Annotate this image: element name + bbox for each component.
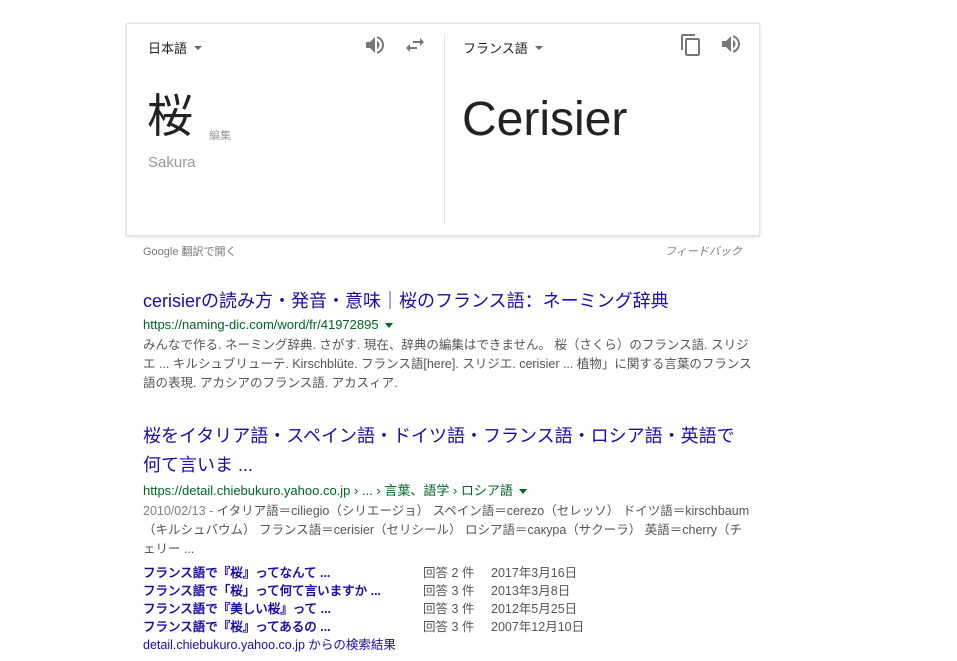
result-title-link[interactable]: 桜をイタリア語・スペイン語・ドイツ語・フランス語・ロシア語・英語で 何て言いま … — [143, 422, 753, 480]
result-url-text: https://detail.chiebukuro.yahoo.co.jp › … — [143, 483, 513, 498]
swap-icon — [406, 38, 424, 52]
list-item: フランス語で『美しい桜』って ... 回答 3 件 2012年5月25日 — [143, 600, 753, 618]
related-answer-link[interactable]: フランス語で『桜』ってあるの ... — [143, 618, 423, 636]
source-language-label: 日本語 — [148, 41, 188, 56]
copy-icon — [681, 34, 700, 56]
answer-date: 2013年3月8日 — [491, 584, 571, 598]
result-title-line: 何て言いま ... — [143, 455, 254, 475]
related-answer-link[interactable]: フランス語で「桜」って何て言いますか ... — [143, 582, 423, 600]
speaker-icon — [366, 36, 384, 54]
source-listen-button[interactable] — [363, 33, 387, 57]
answer-date: 2007年12月10日 — [491, 620, 585, 634]
answer-count: 回答 3 件 — [423, 602, 475, 616]
answer-count: 回答 3 件 — [423, 584, 475, 598]
translate-card: 日本語 フランス語 桜 編集 Sakura Cerisier — [126, 23, 760, 236]
result-url: https://detail.chiebukuro.yahoo.co.jp › … — [143, 482, 753, 500]
chevron-down-icon — [534, 45, 543, 50]
answer-date: 2012年5月25日 — [491, 602, 578, 616]
translation-text: Cerisier — [462, 93, 628, 146]
chevron-down-icon — [194, 45, 203, 50]
result-snippet: 2010/02/13 - イタリア語＝ciliegio（シリエージョ） スペイン… — [143, 502, 753, 559]
answer-count: 回答 2 件 — [423, 566, 475, 580]
target-language-select[interactable]: フランス語 — [463, 38, 543, 57]
result-snippet-text: イタリア語＝ciliegio（シリエージョ） スペイン語＝cerezo（セレッソ… — [143, 504, 750, 556]
source-text[interactable]: 桜 — [147, 88, 193, 144]
result-url-text: https://naming-dic.com/word/fr/41972895 — [143, 317, 379, 332]
result-title-line: 桜をイタリア語・スペイン語・ドイツ語・フランス語・ロシア語・英語で — [143, 426, 735, 446]
romanization: Sakura — [148, 154, 196, 171]
panel-divider — [444, 34, 445, 224]
more-results-from-site-link[interactable]: detail.chiebukuro.yahoo.co.jp からの検索結果 — [143, 636, 753, 654]
copy-button[interactable] — [679, 33, 703, 57]
source-language-select[interactable]: 日本語 — [148, 38, 203, 57]
answer-count: 回答 3 件 — [423, 620, 475, 634]
target-language-label: フランス語 — [463, 41, 528, 56]
list-item: フランス語で「桜」って何て言いますか ... 回答 3 件 2013年3月8日 — [143, 582, 753, 600]
chevron-down-icon[interactable] — [518, 488, 527, 494]
list-item: フランス語で『桜』ってあるの ... 回答 3 件 2007年12月10日 — [143, 618, 753, 636]
result-snippet: みんなで作る. ネーミング辞典. さがす. 現在、辞典の編集はできません。 桜（… — [143, 338, 752, 390]
speaker-icon — [722, 35, 740, 53]
chevron-down-icon[interactable] — [384, 322, 393, 328]
result-date: 2010/02/13 - — [143, 504, 217, 518]
result-url: https://naming-dic.com/word/fr/41972895 — [143, 316, 753, 334]
search-result: cerisierの読み方・発音・意味｜桜のフランス語：ネーミング辞典 https… — [143, 287, 753, 393]
target-listen-button[interactable] — [719, 32, 743, 56]
swap-languages-button[interactable] — [403, 33, 427, 57]
open-in-translate-link[interactable]: Google 翻訳で開く — [143, 243, 237, 259]
edit-link[interactable]: 編集 — [209, 127, 231, 143]
related-answer-link[interactable]: フランス語で『桜』ってなんて ... — [143, 564, 423, 582]
feedback-link[interactable]: フィードバック — [665, 243, 742, 259]
related-answer-link[interactable]: フランス語で『美しい桜』って ... — [143, 600, 423, 618]
list-item: フランス語で『桜』ってなんて ... 回答 2 件 2017年3月16日 — [143, 564, 753, 582]
related-answers-list: フランス語で『桜』ってなんて ... 回答 2 件 2017年3月16日 フラン… — [143, 564, 753, 636]
result-title-link[interactable]: cerisierの読み方・発音・意味｜桜のフランス語：ネーミング辞典 — [143, 287, 753, 316]
answer-date: 2017年3月16日 — [491, 566, 578, 580]
search-result: 桜をイタリア語・スペイン語・ドイツ語・フランス語・ロシア語・英語で 何て言いま … — [143, 422, 753, 654]
